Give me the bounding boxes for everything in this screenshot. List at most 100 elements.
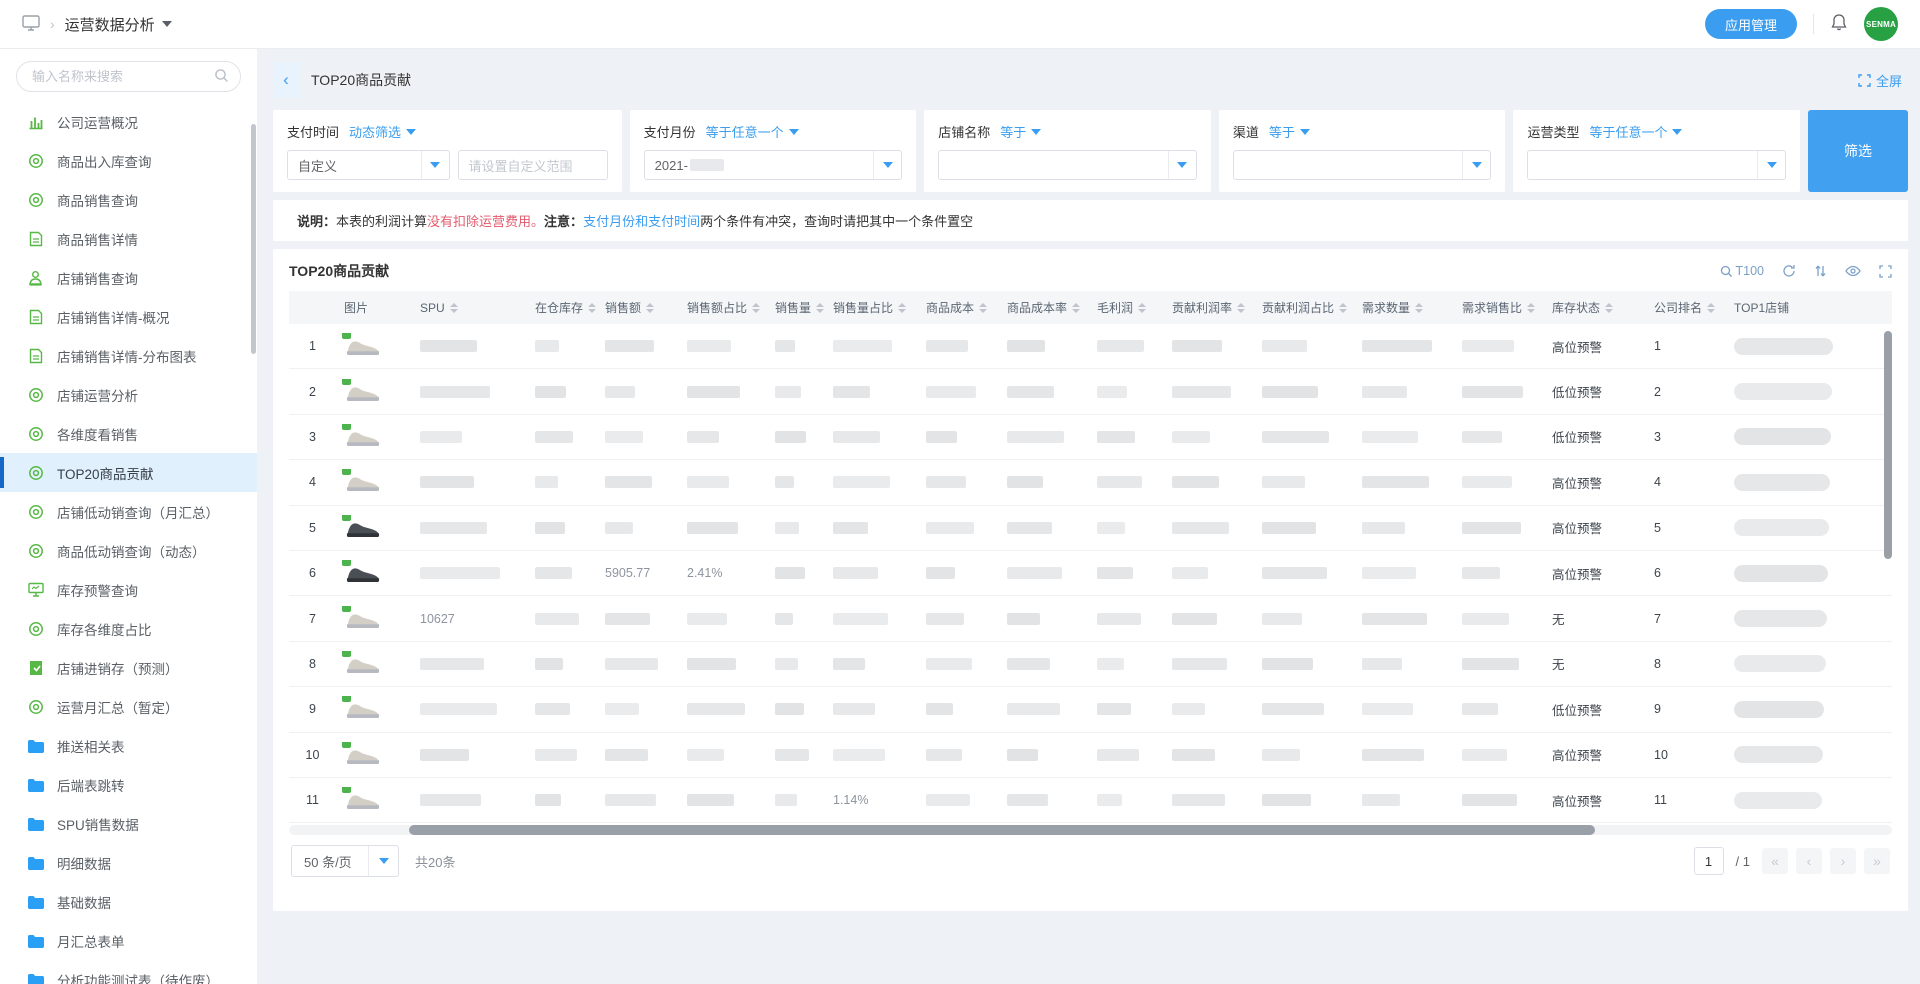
sidebar-item[interactable]: 商品低动销查询（动态） — [0, 531, 257, 570]
sidebar-scrollbar[interactable] — [251, 124, 256, 354]
product-image[interactable] — [344, 560, 382, 586]
product-image[interactable] — [344, 333, 382, 359]
product-image[interactable] — [344, 379, 382, 405]
table-row[interactable]: 7 10627无7 — [289, 596, 1892, 641]
sidebar-item[interactable]: 商品出入库查询 — [0, 141, 257, 180]
sort-arrows-icon[interactable] — [1072, 303, 1080, 313]
sidebar-item[interactable]: 月汇总表单 — [0, 921, 257, 960]
column-header[interactable]: 销售量占比 — [825, 291, 918, 324]
table-row[interactable]: 5 高位预警5 — [289, 506, 1892, 551]
app-switcher[interactable]: 运营数据分析 — [65, 14, 172, 35]
filter-select[interactable] — [1527, 150, 1786, 180]
horizontal-scrollbar[interactable] — [409, 825, 1595, 835]
avatar[interactable]: SENMA — [1864, 7, 1898, 41]
column-header[interactable]: 贡献利润率 — [1164, 291, 1254, 324]
column-header[interactable]: SPU — [412, 291, 527, 324]
table-row[interactable]: 8 无8 — [289, 642, 1892, 687]
product-image[interactable] — [344, 696, 382, 722]
sort-arrows-icon[interactable] — [752, 303, 760, 313]
column-header[interactable]: 毛利润 — [1089, 291, 1164, 324]
current-page-input[interactable]: 1 — [1694, 847, 1724, 875]
sort-arrows-icon[interactable] — [979, 303, 987, 313]
sidebar-item[interactable]: 店铺进销存（预测） — [0, 648, 257, 687]
vertical-scrollbar[interactable] — [1884, 331, 1892, 559]
sidebar-item[interactable]: 推送相关表 — [0, 726, 257, 765]
sort-arrows-icon[interactable] — [588, 303, 596, 313]
page-size-select[interactable]: 50 条/页 — [291, 845, 399, 877]
sort-arrows-icon[interactable] — [816, 303, 824, 313]
table-row[interactable]: 6 5905.772.41%高位预警6 — [289, 551, 1892, 596]
filter-select[interactable]: 自定义 — [287, 150, 450, 180]
prev-page-button[interactable]: ‹ — [1796, 848, 1822, 874]
filter-operator[interactable]: 等于 — [1269, 122, 1310, 141]
table-row[interactable]: 9 低位预警9 — [289, 687, 1892, 732]
sidebar-item[interactable]: 店铺销售详情-概况 — [0, 297, 257, 336]
column-header[interactable]: 需求销售比 — [1454, 291, 1544, 324]
column-header[interactable]: 库存状态 — [1544, 291, 1646, 324]
sidebar-item[interactable]: 库存预警查询 — [0, 570, 257, 609]
product-image[interactable] — [344, 606, 382, 632]
product-image[interactable] — [344, 515, 382, 541]
sort-icon[interactable] — [1814, 264, 1827, 278]
product-image[interactable] — [344, 742, 382, 768]
filter-select[interactable] — [938, 150, 1197, 180]
sidebar-item[interactable]: 明细数据 — [0, 843, 257, 882]
sidebar-item[interactable]: 店铺运营分析 — [0, 375, 257, 414]
table-row[interactable]: 10 高位预警10 — [289, 733, 1892, 778]
sidebar-item[interactable]: 各维度看销售 — [0, 414, 257, 453]
table-search-t100-button[interactable]: T100 — [1720, 264, 1765, 278]
sidebar-item[interactable]: 后端表跳转 — [0, 765, 257, 804]
sidebar-item[interactable]: 商品销售详情 — [0, 219, 257, 258]
sidebar-item[interactable]: 分析功能测试表（待作废） — [0, 960, 257, 984]
filter-text-input[interactable]: 请设置自定义范围 — [458, 150, 608, 180]
back-button[interactable]: ‹ — [273, 62, 299, 98]
sort-arrows-icon[interactable] — [1527, 303, 1535, 313]
sort-arrows-icon[interactable] — [1415, 303, 1423, 313]
first-page-button[interactable]: « — [1762, 848, 1788, 874]
search-icon[interactable] — [214, 68, 229, 86]
sort-arrows-icon[interactable] — [646, 303, 654, 313]
column-header[interactable]: 销售量 — [767, 291, 825, 324]
product-image[interactable] — [344, 651, 382, 677]
column-header[interactable]: 销售额占比 — [679, 291, 767, 324]
column-header[interactable]: 销售额 — [597, 291, 679, 324]
table-row[interactable]: 11 1.14%高位预警11 — [289, 778, 1892, 823]
table-fullscreen-icon[interactable] — [1879, 265, 1892, 278]
sidebar-item[interactable]: 库存各维度占比 — [0, 609, 257, 648]
sort-arrows-icon[interactable] — [1707, 303, 1715, 313]
sort-arrows-icon[interactable] — [898, 303, 906, 313]
page-fullscreen-button[interactable]: 全屏 — [1858, 71, 1902, 90]
sidebar-item[interactable]: 运营月汇总（暂定） — [0, 687, 257, 726]
filter-operator[interactable]: 等于 — [1000, 122, 1041, 141]
last-page-button[interactable]: » — [1864, 848, 1890, 874]
filter-select[interactable] — [1233, 150, 1492, 180]
product-image[interactable] — [344, 469, 382, 495]
sidebar-item[interactable]: SPU销售数据 — [0, 804, 257, 843]
product-image[interactable] — [344, 424, 382, 450]
app-manage-button[interactable]: 应用管理 — [1705, 9, 1797, 39]
column-header[interactable]: 商品成本 — [918, 291, 999, 324]
filter-operator[interactable]: 等于任意一个 — [1589, 122, 1682, 141]
sidebar-item[interactable]: 公司运营概况 — [0, 102, 257, 141]
refresh-icon[interactable] — [1782, 264, 1796, 278]
sidebar-item[interactable]: 店铺低动销查询（月汇总） — [0, 492, 257, 531]
filter-operator[interactable]: 动态筛选 — [349, 122, 416, 141]
column-header[interactable]: 公司排名 — [1646, 291, 1726, 324]
table-row[interactable]: 4 高位预警4 — [289, 460, 1892, 505]
column-header[interactable]: 在仓库存 — [527, 291, 597, 324]
sidebar-item[interactable]: 商品销售查询 — [0, 180, 257, 219]
bell-icon[interactable] — [1830, 13, 1848, 35]
search-input[interactable] — [16, 61, 241, 92]
product-image[interactable] — [344, 787, 382, 813]
table-row[interactable]: 1 高位预警1 — [289, 324, 1892, 369]
column-header[interactable]: 商品成本率 — [999, 291, 1089, 324]
sort-arrows-icon[interactable] — [1237, 303, 1245, 313]
sort-arrows-icon[interactable] — [1138, 303, 1146, 313]
sort-arrows-icon[interactable] — [450, 303, 458, 313]
table-row[interactable]: 3 低位预警3 — [289, 415, 1892, 460]
sidebar-item[interactable]: 基础数据 — [0, 882, 257, 921]
next-page-button[interactable]: › — [1830, 848, 1856, 874]
filter-operator[interactable]: 等于任意一个 — [706, 122, 799, 141]
filter-submit-button[interactable]: 筛选 — [1808, 110, 1908, 192]
column-header[interactable]: 贡献利润占比 — [1254, 291, 1354, 324]
